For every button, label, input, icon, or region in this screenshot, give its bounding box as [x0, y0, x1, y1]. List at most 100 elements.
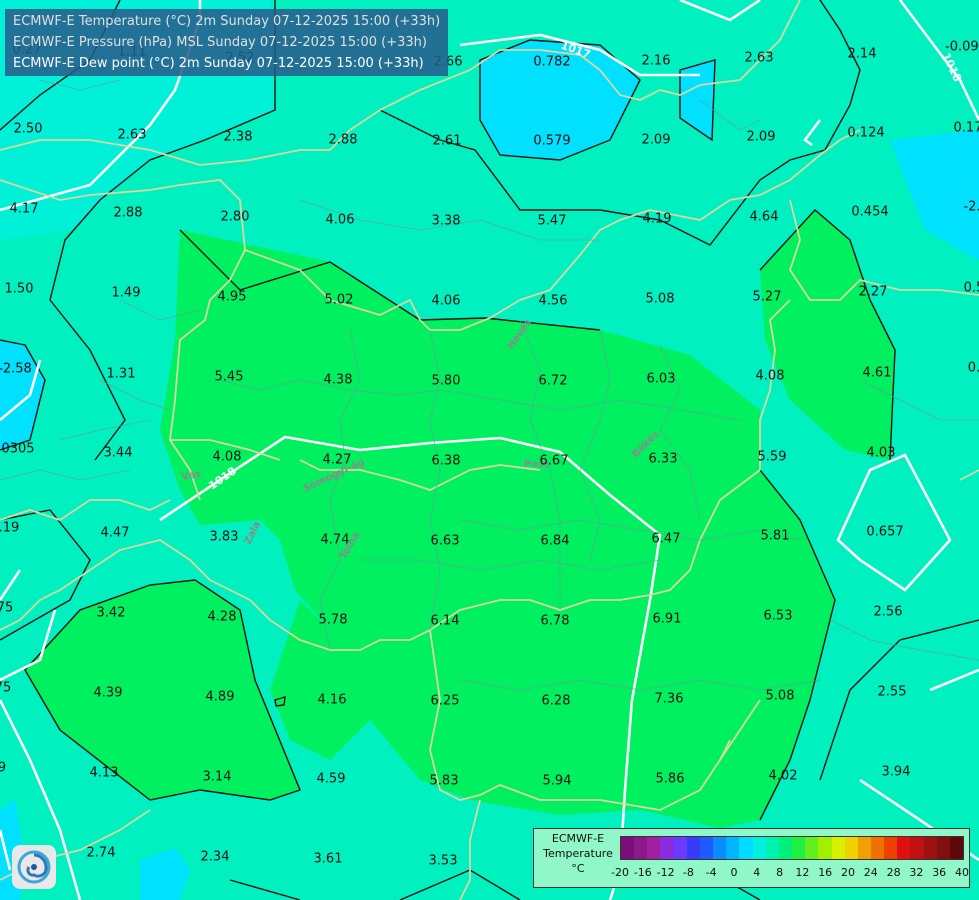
header-pressure-line: ECMWF-E Pressure (hPa) MSL Sunday 07-12-… [13, 35, 427, 50]
dewpoint-value: 0.454 [851, 205, 888, 220]
legend-tick-label: 20 [841, 866, 855, 879]
legend-color-swatch [673, 837, 687, 859]
legend-color-swatch [699, 837, 714, 859]
dewpoint-value: 9 [0, 761, 6, 776]
dewpoint-value: 0.579 [533, 134, 570, 149]
dewpoint-value: 4.27 [323, 453, 352, 468]
dewpoint-value: 4.19 [643, 212, 672, 227]
legend-color-swatch [818, 837, 832, 859]
legend-tick-label: 0 [730, 866, 738, 879]
dewpoint-value: 2.61 [433, 134, 462, 149]
dewpoint-value: 4.56 [539, 294, 568, 309]
legend-tick-label: 4 [753, 866, 761, 879]
dewpoint-value: 5.08 [766, 689, 795, 704]
dewpoint-value: 5.81 [761, 529, 790, 544]
dewpoint-value: 7.36 [655, 692, 684, 707]
dewpoint-value: 6.14 [431, 614, 460, 629]
legend-tick-label: -12 [656, 866, 675, 879]
legend-color-swatch [936, 837, 950, 859]
dewpoint-value: 1.31 [107, 367, 136, 382]
dewpoint-value: 6.47 [652, 532, 681, 547]
dewpoint-value: 4.39 [94, 686, 123, 701]
dewpoint-value: 2.88 [114, 206, 143, 221]
legend-color-swatch [726, 837, 740, 859]
dewpoint-value: 4.89 [206, 690, 235, 705]
legend-color-swatch [647, 837, 661, 859]
dewpoint-value: 4.95 [218, 290, 247, 305]
temperature-map: Vas Zala Somogyi-ág Tolna Pest Heves Bék… [0, 0, 979, 900]
legend-color-swatch [910, 837, 924, 859]
dewpoint-value: 2.27 [859, 285, 888, 300]
dewpoint-value: 75 [0, 681, 11, 696]
dewpoint-value: 6.91 [653, 612, 682, 627]
dewpoint-value: 4.28 [208, 610, 237, 625]
dewpoint-value: 2.80 [221, 210, 250, 225]
dewpoint-value: -2.58 [0, 362, 32, 377]
dewpoint-value: 4.47 [101, 526, 130, 541]
dewpoint-value: 2.50 [14, 122, 43, 137]
legend-tick-label: 32 [909, 866, 924, 879]
map-header: ECMWF-E Temperature (°C) 2m Sunday 07-12… [5, 9, 449, 76]
legend-tick-label: -8 [682, 866, 694, 879]
dewpoint-value: 4.61 [863, 366, 892, 381]
dewpoint-value: 6.53 [764, 609, 793, 624]
legend-color-swatch [739, 837, 753, 859]
dewpoint-value: 4.08 [756, 369, 785, 384]
dewpoint-value: 3.61 [314, 852, 343, 867]
legend-color-swatch [778, 837, 793, 859]
dewpoint-value: 4.38 [324, 373, 353, 388]
dewpoint-value: 4.59 [317, 772, 346, 787]
legend-tick-label: -20 [611, 866, 629, 879]
header-temperature-line: ECMWF-E Temperature (°C) 2m Sunday 07-12… [13, 14, 441, 29]
dewpoint-value: 2.55 [878, 685, 907, 700]
dewpoint-value: 3.94 [882, 765, 911, 780]
legend-color-swatch [686, 837, 700, 859]
dewpoint-value: 6.78 [541, 614, 570, 629]
dewpoint-value: 5.47 [538, 214, 567, 229]
dewpoint-value: 4.16 [318, 693, 347, 708]
dewpoint-value: 2.38 [224, 130, 253, 145]
legend-color-swatch [831, 837, 845, 859]
dewpoint-value: 4.06 [326, 213, 355, 228]
swirl-icon [17, 850, 51, 884]
dewpoint-value: 6.28 [542, 694, 571, 709]
dewpoint-value: 2.88 [329, 133, 358, 148]
legend-color-swatch [923, 837, 937, 859]
dewpoint-value: 6.84 [541, 534, 570, 549]
dewpoint-value: 2.14 [848, 47, 877, 62]
dewpoint-value: 3.42 [97, 606, 126, 621]
dewpoint-value: 5.94 [543, 774, 572, 789]
dewpoint-value: 0.657 [866, 525, 903, 540]
dewpoint-value: -2. [963, 200, 979, 215]
legend-color-swatch [805, 837, 819, 859]
dewpoint-value: 5.80 [432, 374, 461, 389]
dewpoint-value: 6.03 [647, 372, 676, 387]
dewpoint-value: 5.78 [319, 613, 348, 628]
legend-tick-label: -16 [633, 866, 652, 879]
legend-tick-label: 24 [863, 866, 878, 879]
dewpoint-value: 2.63 [745, 51, 774, 66]
legend-color-swatch [621, 837, 635, 859]
legend-color-swatch [897, 837, 911, 859]
dewpoint-value: 3.53 [429, 854, 458, 869]
dewpoint-value: 4.02 [769, 769, 798, 784]
legend-color-swatch [844, 837, 858, 859]
dewpoint-value: 6.67 [540, 454, 569, 469]
dewpoint-value: 4.74 [321, 533, 350, 548]
dewpoint-value: 0.17 [954, 121, 979, 136]
legend-color-swatch [949, 837, 964, 859]
dewpoint-value: 0.782 [533, 55, 570, 70]
dewpoint-value: 5.45 [215, 370, 244, 385]
dewpoint-value: 1.49 [112, 286, 141, 301]
legend-tick-label: 8 [776, 866, 784, 879]
dewpoint-value: 2.09 [747, 130, 776, 145]
legend-color-swatch [713, 837, 727, 859]
dewpoint-value: 5.59 [758, 450, 787, 465]
legend-color-swatch [660, 837, 674, 859]
legend-color-bar [620, 836, 964, 860]
dewpoint-value: 0.124 [847, 126, 884, 141]
legend-color-swatch [870, 837, 885, 859]
legend-tick-label: 12 [795, 866, 810, 879]
dewpoint-value: 0.5 [964, 281, 979, 296]
dewpoint-value: 6.63 [431, 534, 460, 549]
